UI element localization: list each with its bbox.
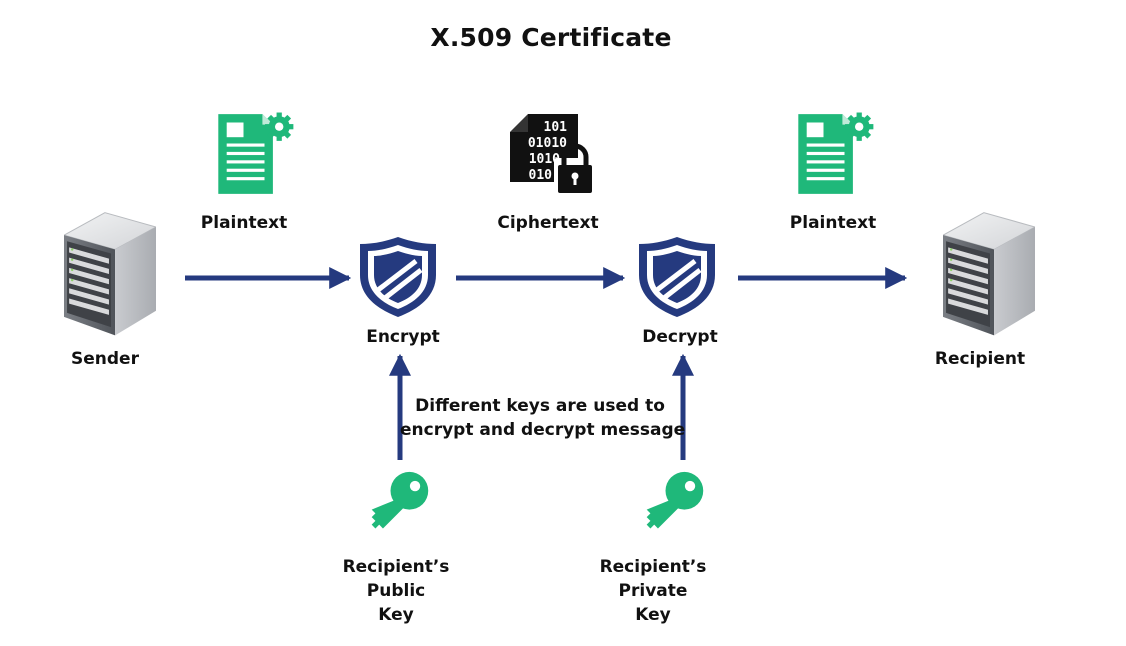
plaintext-in-document-gear-icon xyxy=(218,112,294,194)
decrypt-label: Decrypt xyxy=(642,327,718,347)
ciphertext-binary-document-lock-icon: 101 01010 1010 010 xyxy=(510,114,596,196)
public-key-label-line: Recipient’s xyxy=(342,557,450,577)
private-key-label: Recipient’s Private Key xyxy=(588,555,718,627)
page-title: X.509 Certificate xyxy=(430,23,672,52)
keys-note: Different keys are used to encrypt and d… xyxy=(400,394,686,442)
private-key-label-line: Key xyxy=(635,605,671,625)
keys-note-line: Different keys are used to xyxy=(415,396,665,416)
plaintext-out-document-gear-icon xyxy=(798,112,874,194)
private-key-label-line: Private xyxy=(618,581,688,601)
recipient-label: Recipient xyxy=(934,349,1026,369)
encrypt-shield-icon xyxy=(360,237,436,317)
binary-row: 101 xyxy=(544,120,568,135)
keys-note-line: encrypt and decrypt message xyxy=(400,420,686,440)
public-key-label-line: Public xyxy=(366,581,426,601)
public-key-icon xyxy=(371,471,429,529)
encrypt-label: Encrypt xyxy=(366,327,440,347)
public-key-label-line: Key xyxy=(378,605,414,625)
diagram-canvas: 101 01010 1010 010 xyxy=(64,112,1035,529)
plaintext-out-label: Plaintext xyxy=(789,213,877,233)
sender-server-icon xyxy=(64,212,156,336)
plaintext-in-label: Plaintext xyxy=(200,213,288,233)
public-key-label: Recipient’s Public Key xyxy=(331,555,461,627)
decrypt-shield-icon xyxy=(639,237,715,317)
private-key-label-line: Recipient’s xyxy=(599,557,707,577)
binary-row: 010 xyxy=(529,168,553,183)
ciphertext-label: Ciphertext xyxy=(497,213,599,233)
binary-row: 01010 xyxy=(528,136,567,151)
recipient-server-icon xyxy=(943,212,1035,336)
sender-label: Sender xyxy=(71,349,139,369)
private-key-icon xyxy=(646,471,704,529)
